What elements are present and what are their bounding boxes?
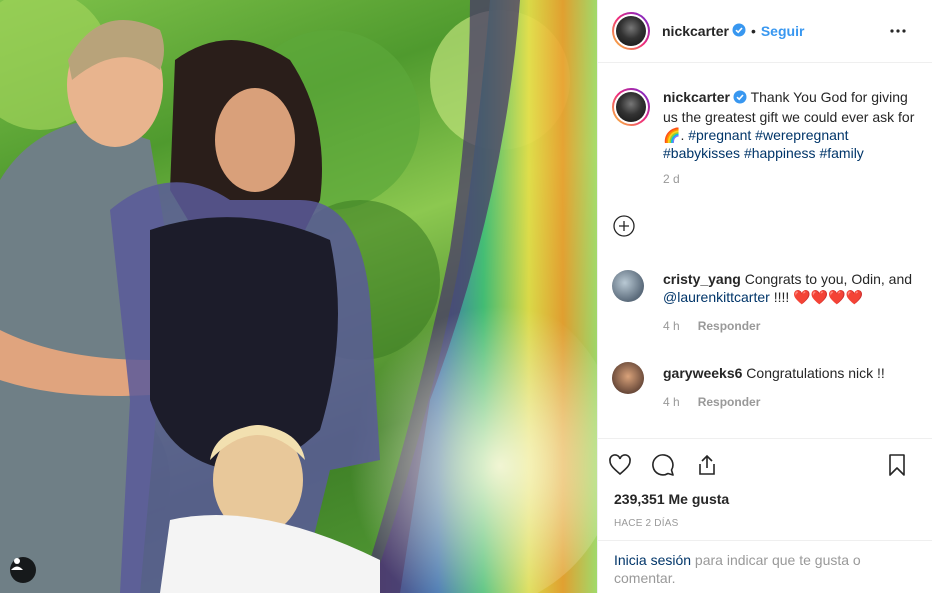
login-prompt: Inicia sesión para indicar que te gusta … bbox=[598, 540, 932, 593]
caption-time[interactable]: 2 d bbox=[663, 172, 922, 186]
comment-avatar[interactable] bbox=[612, 270, 644, 302]
comment-avatar[interactable] bbox=[612, 362, 644, 394]
comment-time[interactable]: 4 h bbox=[663, 395, 680, 409]
caption-avatar[interactable] bbox=[612, 88, 650, 126]
photo-illustration bbox=[0, 0, 597, 593]
hashtag-babykisses[interactable]: #babykisses bbox=[663, 145, 740, 161]
caption-username[interactable]: nickcarter bbox=[663, 89, 730, 105]
post-actions: 239,351 Me gusta HACE 2 DÍAS bbox=[598, 438, 932, 540]
hashtag-pregnant[interactable]: #pregnant bbox=[688, 127, 751, 143]
post-photo[interactable] bbox=[0, 0, 597, 593]
comment-username[interactable]: garyweeks6 bbox=[663, 365, 742, 381]
verified-badge-icon bbox=[733, 90, 747, 108]
add-comment-icon[interactable] bbox=[613, 215, 635, 240]
reply-button[interactable]: Responder bbox=[698, 319, 761, 333]
follow-button[interactable]: Seguir bbox=[761, 23, 805, 39]
separator-dot: • bbox=[750, 23, 756, 39]
comment-text: Congrats to you, Odin, and bbox=[744, 271, 913, 287]
comment-time[interactable]: 4 h bbox=[663, 319, 680, 333]
post-header: nickcarter • Seguir bbox=[598, 0, 932, 63]
hashtag-werepregnant[interactable]: #werepregnant bbox=[755, 127, 848, 143]
comments-list[interactable]: nickcarter Thank You God for giving us t… bbox=[598, 64, 932, 438]
comment-mention[interactable]: @laurenkittcarter bbox=[663, 289, 770, 305]
author-username[interactable]: nickcarter bbox=[662, 23, 729, 39]
comment-username[interactable]: cristy_yang bbox=[663, 271, 741, 287]
reply-button[interactable]: Responder bbox=[698, 395, 761, 409]
comment-icon[interactable] bbox=[651, 453, 675, 480]
comment-item: cristy_yang Congrats to you, Odin, and @… bbox=[612, 270, 922, 333]
user-tag-icon[interactable] bbox=[10, 557, 36, 583]
bookmark-icon[interactable] bbox=[885, 453, 909, 480]
hashtag-happiness[interactable]: #happiness bbox=[744, 145, 816, 161]
login-link[interactable]: Inicia sesión bbox=[614, 552, 691, 568]
rainbow-emoji: 🌈 bbox=[663, 127, 681, 143]
comment-text-after: !!!! bbox=[769, 289, 794, 305]
hashtag-family[interactable]: #family bbox=[819, 145, 863, 161]
verified-badge-icon bbox=[732, 23, 746, 40]
more-options-icon[interactable] bbox=[889, 22, 907, 43]
comment-item: garyweeks6 Congratulations nick !! 4 h R… bbox=[612, 362, 922, 409]
author-avatar[interactable] bbox=[612, 12, 650, 50]
hearts-emoji: ❤️❤️❤️❤️ bbox=[793, 289, 863, 305]
post-date[interactable]: HACE 2 DÍAS bbox=[614, 518, 678, 529]
like-count[interactable]: 239,351 Me gusta bbox=[614, 491, 729, 507]
post-side-panel: nickcarter • Seguir nickcarter Thank You… bbox=[597, 0, 932, 593]
post-caption: nickcarter Thank You God for giving us t… bbox=[612, 88, 922, 186]
comment-text: Congratulations nick !! bbox=[746, 365, 885, 381]
share-icon[interactable] bbox=[695, 453, 719, 480]
heart-icon[interactable] bbox=[608, 453, 632, 480]
